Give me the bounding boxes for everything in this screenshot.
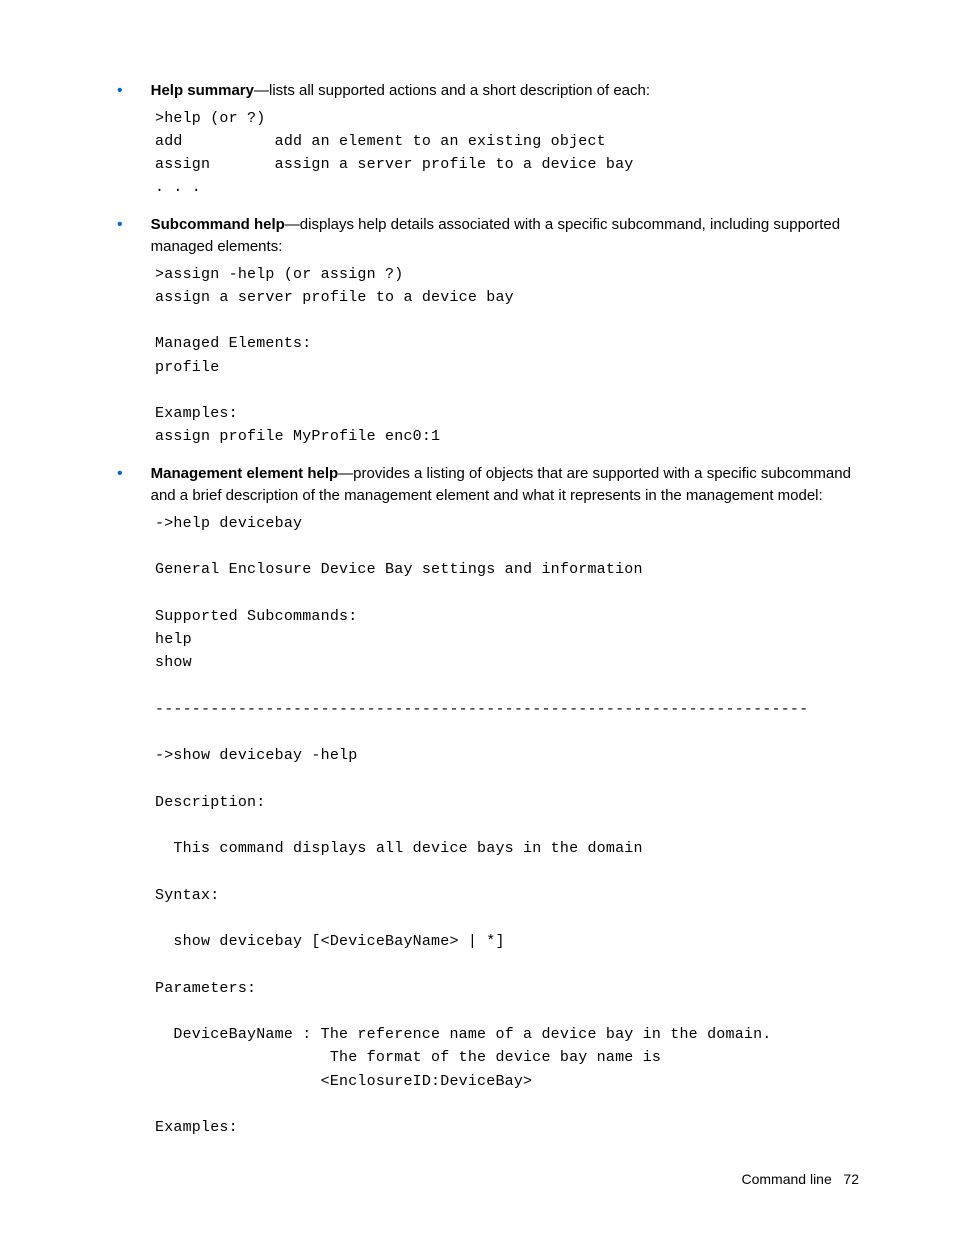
page-number: 72 xyxy=(843,1171,859,1187)
bullet-icon: • xyxy=(117,214,123,259)
bullet-icon: • xyxy=(117,463,123,508)
document-content: • Help summary—lists all supported actio… xyxy=(155,80,859,1139)
item-heading: Help summary—lists all supported actions… xyxy=(151,80,650,103)
heading-bold: Subcommand help xyxy=(151,216,285,233)
heading-bold: Help summary xyxy=(151,82,254,99)
page-footer: Command line 72 xyxy=(741,1171,859,1187)
bullet-section-1: • Help summary—lists all supported actio… xyxy=(155,80,859,200)
list-item: • Subcommand help—displays help details … xyxy=(155,214,859,259)
footer-label: Command line xyxy=(741,1171,831,1187)
list-item: • Help summary—lists all supported actio… xyxy=(155,80,859,103)
bullet-section-3: • Management element help—provides a lis… xyxy=(155,463,859,1140)
code-block: >assign -help (or assign ?) assign a ser… xyxy=(155,263,859,449)
bullet-icon: • xyxy=(117,80,123,103)
code-block: >help (or ?) add add an element to an ex… xyxy=(155,107,859,200)
item-heading: Subcommand help—displays help details as… xyxy=(151,214,859,259)
code-block: ->help devicebay General Enclosure Devic… xyxy=(155,512,859,1140)
bullet-section-2: • Subcommand help—displays help details … xyxy=(155,214,859,449)
heading-bold: Management element help xyxy=(151,465,339,482)
item-heading: Management element help—provides a listi… xyxy=(151,463,859,508)
heading-rest: —lists all supported actions and a short… xyxy=(254,82,650,99)
list-item: • Management element help—provides a lis… xyxy=(155,463,859,508)
